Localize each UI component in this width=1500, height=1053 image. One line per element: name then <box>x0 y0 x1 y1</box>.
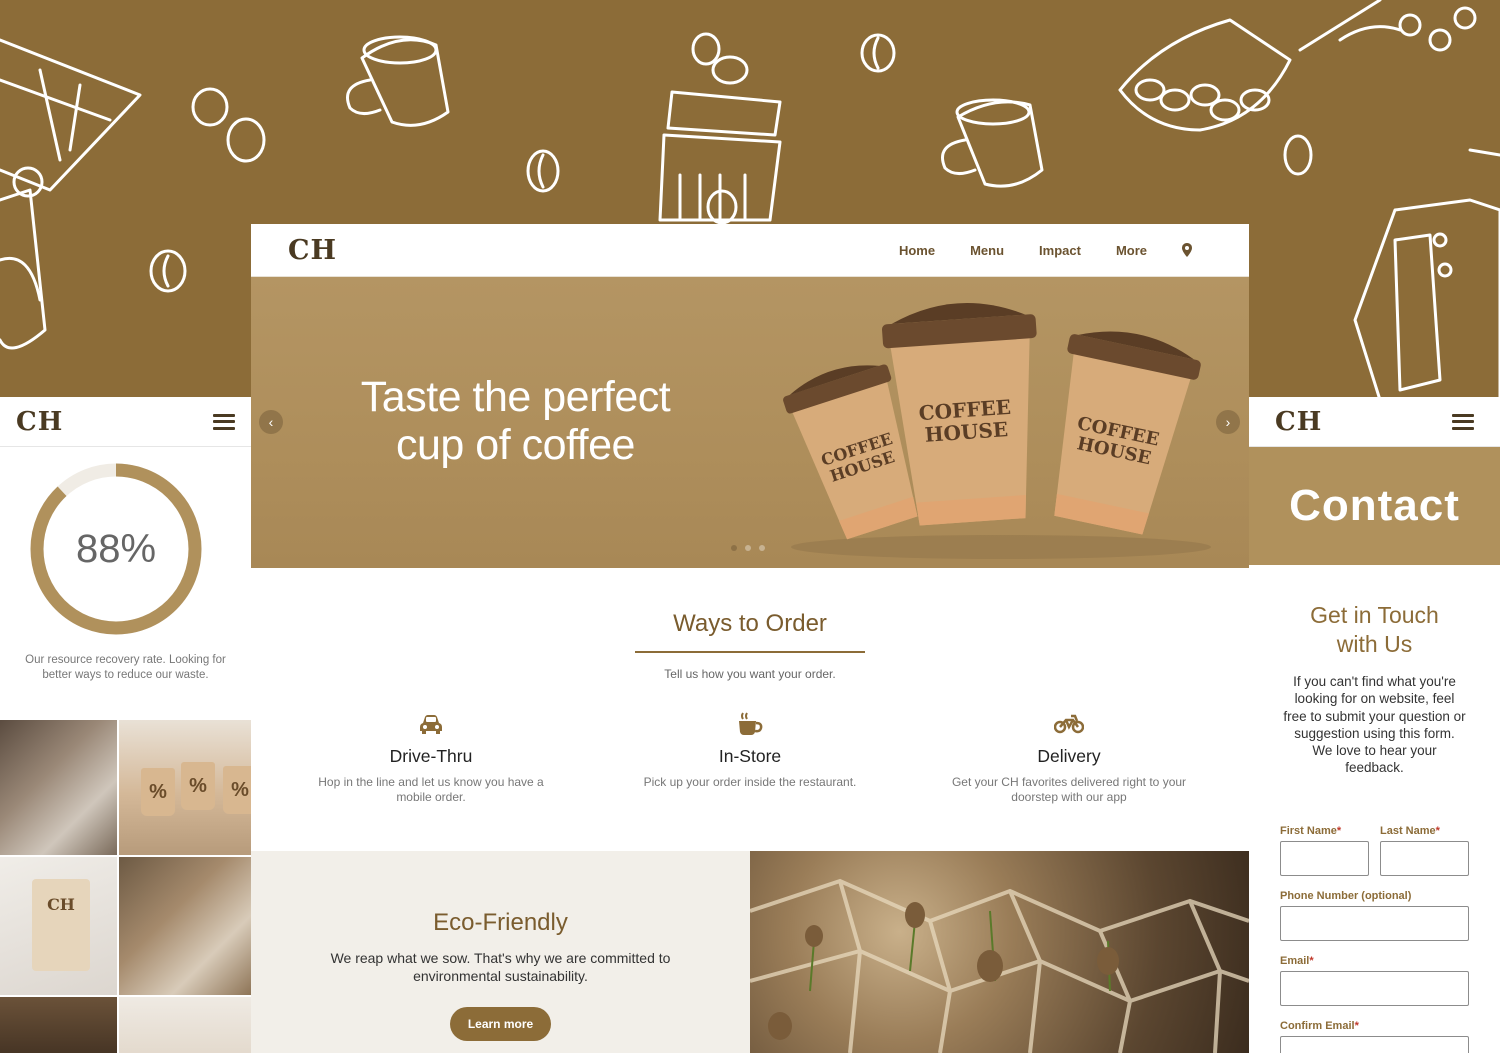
nav-more[interactable]: More <box>1116 243 1147 258</box>
section-title: Ways to Order <box>635 610 865 653</box>
email-label: Email* <box>1280 954 1314 967</box>
phone-field-group: Phone Number (optional) <box>1280 890 1469 941</box>
logo[interactable]: CH <box>288 235 337 266</box>
section-subtitle: Tell us how you want your order. <box>664 667 836 681</box>
hero-carousel: Taste the perfect cup of coffee ‹ › COFF… <box>251 277 1249 568</box>
logo[interactable]: CH <box>1275 407 1322 437</box>
carousel-dot-1[interactable] <box>731 545 737 551</box>
eco-title: Eco-Friendly <box>433 909 568 936</box>
cup-percent-2: % <box>181 762 215 810</box>
order-options: Drive-Thru Hop in the line and let us kn… <box>251 711 1249 805</box>
eco-text: We reap what we sow. That's why we are c… <box>330 950 671 984</box>
nav-impact[interactable]: Impact <box>1039 243 1081 258</box>
first-name-input[interactable] <box>1280 840 1369 876</box>
cup-percent-1: % <box>141 768 175 816</box>
first-name-field-group: First Name* <box>1280 825 1369 876</box>
option-title: Drive-Thru <box>389 746 473 766</box>
contact-heading: Get in Touch with Us <box>1249 601 1500 659</box>
mobile-header: CH <box>1249 397 1500 447</box>
eco-section: Eco-Friendly We reap what we sow. That's… <box>251 851 1249 1053</box>
coffee-bag-label: CH <box>32 879 90 971</box>
page-title: Contact <box>1289 481 1460 530</box>
contact-intro: If you can't find what you're looking fo… <box>1283 674 1466 776</box>
coffee-cups-image: COFFEE HOUSE COFFEE HOUSE COFFEE HOUSE <box>783 302 1211 559</box>
option-desc: Hop in the line and let us know you have… <box>318 775 544 804</box>
eco-friendly-panel: Eco-Friendly We reap what we sow. That's… <box>251 851 750 1053</box>
nav-home[interactable]: Home <box>899 243 935 258</box>
option-desc: Get your CH favorites delivered right to… <box>951 775 1187 804</box>
option-delivery[interactable]: Delivery Get your CH favorites delivered… <box>937 711 1201 805</box>
confirm-email-label: Confirm Email* <box>1280 1019 1359 1032</box>
last-name-input[interactable] <box>1380 840 1469 876</box>
option-title: In-Store <box>718 746 782 766</box>
recovery-rate-caption: Our resource recovery rate. Looking for … <box>25 654 226 681</box>
logo[interactable]: CH <box>16 407 63 437</box>
recovery-rate-value: 88% <box>75 526 157 571</box>
barista-photo <box>0 720 117 855</box>
photo-grid: % % % CH <box>0 720 251 1053</box>
desktop-site: CH Home Menu Impact More Taste the perfe… <box>251 224 1249 1053</box>
contact-heading-line1: Get in Touch <box>1310 602 1439 628</box>
car-icon <box>299 711 563 737</box>
carousel-prev-arrow[interactable]: ‹ <box>259 410 283 434</box>
carousel-dots <box>731 545 765 551</box>
motorcycle-icon <box>937 711 1201 737</box>
seedlings-photo <box>750 851 1249 1053</box>
spoons-photo <box>119 997 251 1053</box>
coffee-bag-photo: CH <box>0 857 117 995</box>
email-field-group: Email* <box>1280 955 1469 1006</box>
last-name-field-group: Last Name* <box>1380 825 1469 876</box>
carousel-dot-3[interactable] <box>759 545 765 551</box>
ways-to-order-section: Ways to Order Tell us how you want your … <box>251 568 1249 851</box>
option-in-store[interactable]: In-Store Pick up your order inside the r… <box>618 711 882 805</box>
hero-title: Taste the perfect cup of coffee <box>360 373 671 469</box>
contact-form: First Name* Last Name* Phone Number (opt… <box>1249 825 1500 1053</box>
nav-menu[interactable]: Menu <box>970 243 1004 258</box>
coffee-cup-icon <box>618 711 882 737</box>
map-pin-icon[interactable] <box>1182 243 1192 257</box>
learn-more-button[interactable]: Learn more <box>449 1007 552 1041</box>
beans-photo <box>0 997 117 1053</box>
contact-heading-line2: with Us <box>1336 631 1413 657</box>
top-nav: CH Home Menu Impact More <box>251 224 1249 277</box>
email-input[interactable] <box>1280 970 1469 1006</box>
confirm-email-field-group: Confirm Email* <box>1280 1020 1469 1053</box>
mobile-header: CH <box>0 397 251 447</box>
phone-input[interactable] <box>1280 905 1469 941</box>
hamburger-menu-icon[interactable] <box>213 413 235 430</box>
phone-label: Phone Number (optional) <box>1280 889 1412 902</box>
first-name-label: First Name* <box>1280 824 1342 837</box>
option-drive-thru[interactable]: Drive-Thru Hop in the line and let us kn… <box>299 711 563 805</box>
cups-photo: % % % <box>119 720 251 855</box>
recovery-rate-ring: 88% <box>26 459 206 639</box>
carousel-dot-2[interactable] <box>745 545 751 551</box>
last-name-label: Last Name* <box>1380 824 1440 837</box>
hamburger-menu-icon[interactable] <box>1452 413 1474 430</box>
option-desc: Pick up your order inside the restaurant… <box>643 775 857 789</box>
confirm-email-input[interactable] <box>1280 1035 1469 1053</box>
contact-mobile-panel: CH Contact Get in Touch with Us If you c… <box>1249 397 1500 1053</box>
cup-percent-3: % <box>223 766 251 814</box>
option-title: Delivery <box>1037 746 1101 766</box>
contact-banner: Contact <box>1249 447 1500 565</box>
friends-photo <box>119 857 251 995</box>
impact-mobile-panel: CH 88% Our resource recovery rate. Looki… <box>0 397 251 1053</box>
nav-links: Home Menu Impact More <box>899 243 1192 258</box>
